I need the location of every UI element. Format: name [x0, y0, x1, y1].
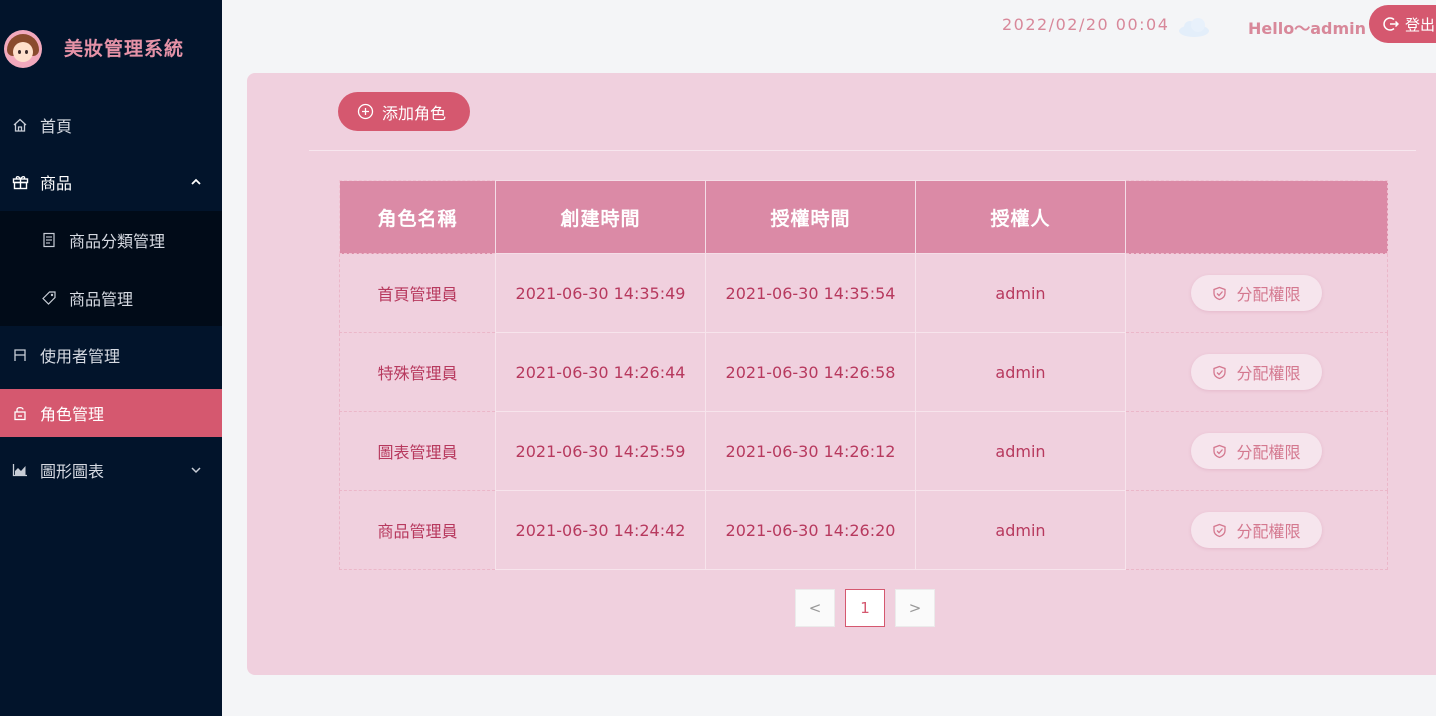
brand: 美妝管理系統	[0, 0, 222, 96]
column-header-actions	[1125, 180, 1388, 254]
tag-icon	[40, 289, 58, 307]
brand-title: 美妝管理系統	[64, 38, 185, 60]
pagination: < 1 >	[795, 589, 935, 627]
roles-table: 角色名稱 創建時間 授權時間 授權人 首頁管理員 2021-06-30 14:3…	[339, 180, 1388, 570]
chevron-right-icon: >	[908, 599, 922, 617]
logout-label: 登出	[1405, 15, 1436, 34]
chevron-down-icon	[190, 461, 202, 480]
role-name-cell: 商品管理員	[339, 490, 496, 570]
roles-card: 添加角色 角色名稱 創建時間 授權時間 授權人 首頁管理員 2021-06-30…	[247, 73, 1436, 675]
sidebar-item-roles[interactable]: 角色管理	[0, 389, 222, 437]
assign-permissions-button[interactable]: 分配權限	[1191, 512, 1322, 548]
home-icon	[11, 116, 29, 134]
assign-permissions-label: 分配權限	[1236, 443, 1301, 462]
table-row: 圖表管理員 2021-06-30 14:25:59 2021-06-30 14:…	[339, 411, 1388, 491]
assign-permissions-label: 分配權限	[1236, 522, 1301, 541]
column-header-role-name: 角色名稱	[339, 180, 496, 254]
shield-check-icon	[1213, 444, 1227, 458]
authorizer-cell: admin	[915, 411, 1126, 491]
plus-circle-icon	[357, 103, 374, 120]
sidebar-item-label: 角色管理	[40, 405, 105, 424]
table-row: 首頁管理員 2021-06-30 14:35:49 2021-06-30 14:…	[339, 253, 1388, 333]
role-name-cell: 首頁管理員	[339, 253, 496, 333]
column-header-authorizer: 授權人	[915, 180, 1126, 254]
sidebar-item-users[interactable]: 使用者管理	[0, 331, 222, 379]
shield-check-icon	[1213, 365, 1227, 379]
chart-icon	[11, 461, 29, 479]
authorizer-cell: admin	[915, 332, 1126, 412]
add-role-button[interactable]: 添加角色	[338, 92, 470, 131]
next-page-button[interactable]: >	[895, 589, 935, 627]
created-time-cell: 2021-06-30 14:25:59	[495, 411, 706, 491]
gift-icon	[11, 173, 29, 191]
authorizer-cell: admin	[915, 490, 1126, 570]
prev-page-button[interactable]: <	[795, 589, 835, 627]
authorized-time-cell: 2021-06-30 14:35:54	[705, 253, 916, 333]
authorizer-cell: admin	[915, 253, 1126, 333]
chevron-up-icon	[190, 173, 202, 192]
lock-icon	[11, 404, 29, 422]
assign-permissions-label: 分配權限	[1236, 285, 1301, 304]
column-header-authorized: 授權時間	[705, 180, 916, 254]
role-name-cell: 圖表管理員	[339, 411, 496, 491]
assign-permissions-label: 分配權限	[1236, 364, 1301, 383]
sidebar-item-product-categories[interactable]: 商品分類管理	[0, 216, 222, 264]
sidebar-item-label: 首頁	[40, 117, 73, 136]
list-icon	[40, 231, 58, 249]
sidebar: 美妝管理系統 首頁 商品 商品分類管理 商品管理 使用者管理 角色管理 圖形圖表	[0, 0, 222, 716]
sidebar-item-products[interactable]: 商品	[0, 158, 222, 206]
add-role-label: 添加角色	[382, 103, 447, 123]
sidebar-item-label: 圖形圖表	[40, 462, 105, 481]
actions-cell: 分配權限	[1125, 332, 1388, 412]
created-time-cell: 2021-06-30 14:35:49	[495, 253, 706, 333]
sidebar-item-label: 使用者管理	[40, 347, 121, 366]
user-icon	[11, 346, 29, 364]
sidebar-item-label: 商品	[40, 174, 73, 193]
assign-permissions-button[interactable]: 分配權限	[1191, 354, 1322, 390]
logo-avatar-icon	[4, 30, 42, 68]
assign-permissions-button[interactable]: 分配權限	[1191, 275, 1322, 311]
created-time-cell: 2021-06-30 14:26:44	[495, 332, 706, 412]
sidebar-item-home[interactable]: 首頁	[0, 101, 222, 149]
logout-icon	[1383, 17, 1399, 31]
divider	[309, 150, 1416, 151]
table-row: 特殊管理員 2021-06-30 14:26:44 2021-06-30 14:…	[339, 332, 1388, 412]
shield-check-icon	[1213, 286, 1227, 300]
sidebar-item-label: 商品管理	[69, 290, 134, 309]
table-header-row: 角色名稱 創建時間 授權時間 授權人	[339, 180, 1388, 254]
user-greeting: Hello～admin	[1248, 19, 1367, 38]
sidebar-item-charts[interactable]: 圖形圖表	[0, 446, 222, 494]
actions-cell: 分配權限	[1125, 411, 1388, 491]
column-header-created: 創建時間	[495, 180, 706, 254]
datetime-display: 2022/02/20 00:04	[1002, 15, 1170, 34]
authorized-time-cell: 2021-06-30 14:26:20	[705, 490, 916, 570]
cloud-icon	[1176, 16, 1212, 38]
role-name-cell: 特殊管理員	[339, 332, 496, 412]
page-number-button[interactable]: 1	[845, 589, 885, 627]
created-time-cell: 2021-06-30 14:24:42	[495, 490, 706, 570]
assign-permissions-button[interactable]: 分配權限	[1191, 433, 1322, 469]
actions-cell: 分配權限	[1125, 253, 1388, 333]
chevron-left-icon: <	[808, 599, 822, 617]
sidebar-item-label: 商品分類管理	[69, 232, 166, 251]
shield-check-icon	[1213, 523, 1227, 537]
sidebar-item-product-management[interactable]: 商品管理	[0, 274, 222, 322]
authorized-time-cell: 2021-06-30 14:26:12	[705, 411, 916, 491]
authorized-time-cell: 2021-06-30 14:26:58	[705, 332, 916, 412]
table-row: 商品管理員 2021-06-30 14:24:42 2021-06-30 14:…	[339, 490, 1388, 570]
logout-button[interactable]: 登出	[1369, 5, 1436, 43]
actions-cell: 分配權限	[1125, 490, 1388, 570]
